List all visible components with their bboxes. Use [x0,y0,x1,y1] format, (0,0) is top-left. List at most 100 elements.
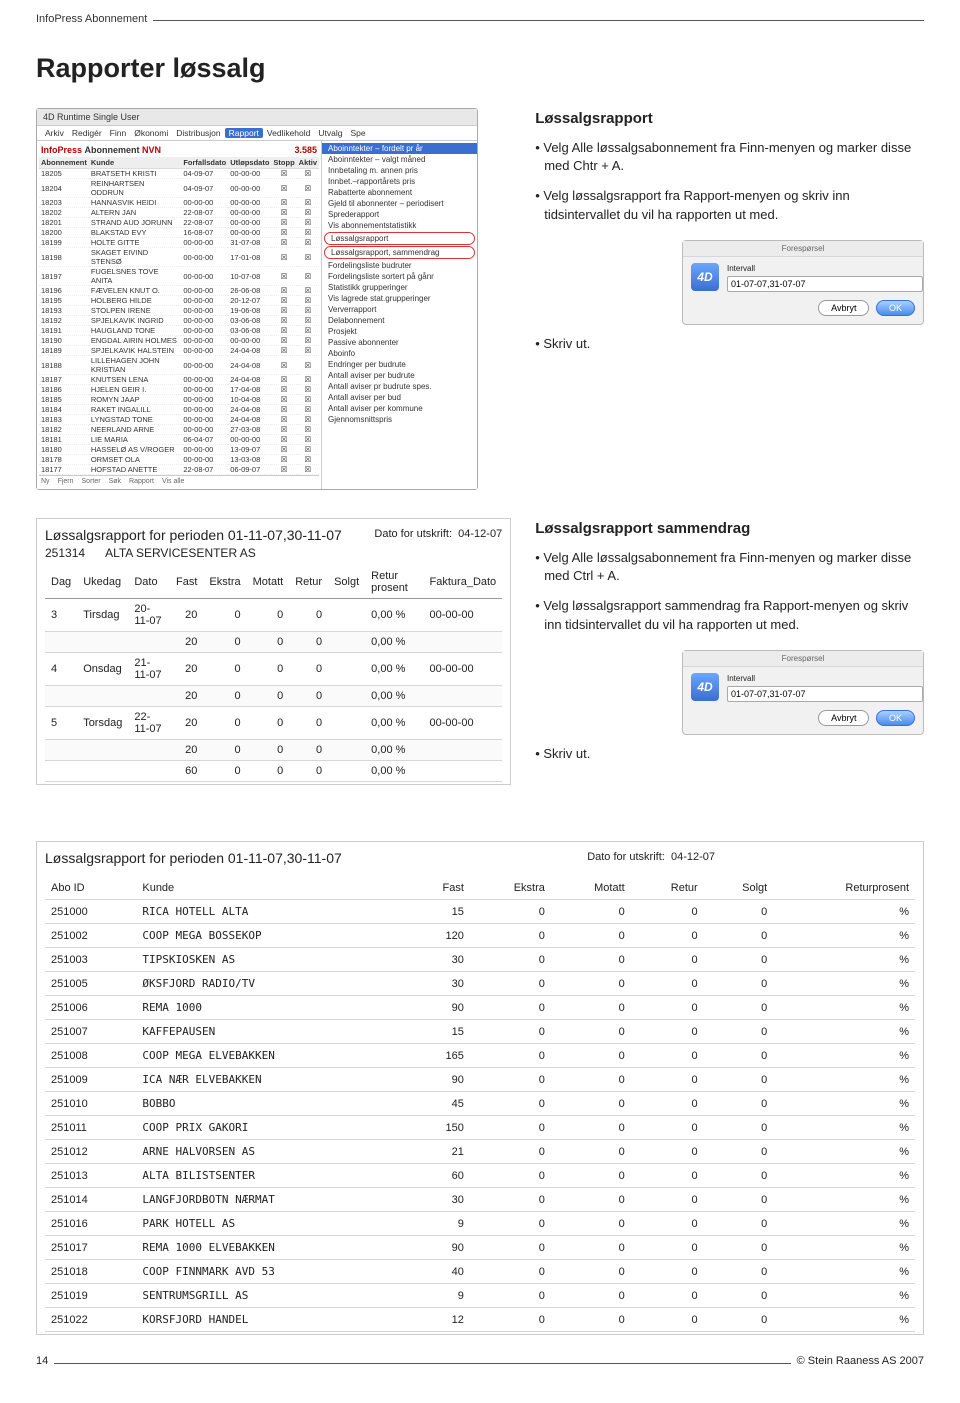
table-row: 251007KAFFEPAUSEN150000% [45,1020,915,1044]
bullet: Velg Alle løssalgsabonnement fra Finn-me… [535,139,924,175]
table-row[interactable]: 18204REINHARTSEN ODDRUN04-09-0700-00-00☒… [39,179,319,198]
menu-item[interactable]: Antall aviser per kommune [322,403,477,414]
menu-item[interactable]: Aboinfo [322,348,477,359]
menu-redigér[interactable]: Redigér [68,128,106,138]
table-row: 251010BOBBO450000% [45,1092,915,1116]
app-icon: 4D [691,673,719,701]
table-row[interactable]: 18197FUGELSNES TOVE ANITA00-00-0010-07-0… [39,267,319,286]
toolbar-sorter[interactable]: Sorter [82,478,101,485]
header-label: InfoPress Abonnement [36,13,153,25]
app-titlebar: 4D Runtime Single User [37,109,477,126]
table-row[interactable]: 18202ALTERN JAN22-08-0700-00-00☒☒ [39,208,319,218]
menu-item[interactable]: Aboinntekter – fordelt pr år [322,143,477,154]
menu-item[interactable]: Innbet.–rapportårets pris [322,176,477,187]
menu-item[interactable]: Gjennomsnittspris [322,414,477,425]
abonnement-table[interactable]: AbonnementKundeForfallsdatoUtløpsdatoSto… [39,157,319,475]
table-row[interactable]: 18184RAKET INGALILL00-00-0024-04-08☒☒ [39,405,319,415]
menu-item[interactable]: Fordelingsliste sortert på gånr [322,271,477,282]
table-row[interactable]: 18185ROMYN JAAP00-00-0010-04-08☒☒ [39,395,319,405]
table-row[interactable]: 18188LILLEHAGEN JOHN KRISTIAN00-00-0024-… [39,356,319,375]
copyright: © Stein Raaness AS 2007 [791,1355,924,1367]
table-row[interactable]: 18178ORMSET OLA00-00-0013-03-08☒☒ [39,455,319,465]
app-list-panel: InfoPress Abonnement NVN 3.585 Abonnemen… [37,141,322,489]
app-toolbar[interactable]: Ny Fjern Sorter Søk Rapport Vis alle [39,475,319,487]
table-row[interactable]: 18186HJELEN GEIR I.00-00-0017-04-08☒☒ [39,385,319,395]
table-row: 600000,00 % [45,761,502,782]
menu-item[interactable]: Gjeld til abonnenter – periodisert [322,198,477,209]
menu-utvalg[interactable]: Utvalg [314,128,346,138]
menu-item[interactable]: Antall aviser pr budrute spes. [322,381,477,392]
menu-item[interactable]: Vis abonnementstatistikk [322,220,477,231]
table-row: 251022KORSFJORD HANDEL120000% [45,1308,915,1332]
table-row[interactable]: 18199HOLTE GITTE00-00-0031-07-08☒☒ [39,238,319,248]
report2-table: Abo IDKundeFastEkstraMotattReturSolgtRet… [45,877,915,1332]
menu-rapport[interactable]: Rapport [225,128,263,138]
table-row: 251017REMA 1000 ELVEBAKKEN900000% [45,1236,915,1260]
menu-item[interactable]: Innbetaling m. annen pris [322,165,477,176]
menu-item[interactable]: Delabonnement [322,315,477,326]
table-row[interactable]: 18177HOFSTAD ANETTE22-08-0706-09-07☒☒ [39,465,319,475]
menu-item[interactable]: Fordelingsliste budruter [322,260,477,271]
menu-spe[interactable]: Spe [346,128,369,138]
interval-input[interactable] [727,276,923,292]
menu-finn[interactable]: Finn [106,128,131,138]
ok-button[interactable]: OK [876,300,915,316]
table-row[interactable]: 18191HAUGLAND TONE00-00-0003-06-08☒☒ [39,326,319,336]
menu-item[interactable]: Endringer per budrute [322,359,477,370]
table-row: 251009ICA NÆR ELVEBAKKEN900000% [45,1068,915,1092]
table-row[interactable]: 18205BRATSETH KRISTI04-09-0700-00-00☒☒ [39,169,319,179]
table-row[interactable]: 18196FÆVELEN KNUT O.00-00-0026-06-08☒☒ [39,286,319,296]
menu-item[interactable]: Aboinntekter – valgt måned [322,154,477,165]
ok-button[interactable]: OK [876,710,915,726]
app-menubar[interactable]: ArkivRedigérFinnØkonomiDistribusjonRappo… [37,126,477,141]
table-row[interactable]: 18190ENGDAL AIRIN HOLMES00-00-0000-00-00… [39,336,319,346]
menu-item[interactable]: Løssalgsrapport, sammendrag [324,246,475,259]
table-row[interactable]: 18195HOLBERG HILDE00-00-0020-12-07☒☒ [39,296,319,306]
table-row[interactable]: 18200BLAKSTAD EVY16-08-0700-00-00☒☒ [39,228,319,238]
menu-item[interactable]: Løssalgsrapport [324,232,475,245]
cancel-button[interactable]: Avbryt [818,300,869,316]
table-row[interactable]: 18180HASSELØ AS V/ROGER00-00-0013-09-07☒… [39,445,319,455]
table-row: 200000,00 % [45,686,502,707]
menu-item[interactable]: Prosjekt [322,326,477,337]
page-title: Rapporter løssalg [36,53,924,84]
menu-item[interactable]: Ververrapport [322,304,477,315]
table-row[interactable]: 18189SPJELKAVIK HALSTEIN00-00-0024-04-08… [39,346,319,356]
menu-item[interactable]: Vis lagrede stat.grupperinger [322,293,477,304]
menu-item[interactable]: Antall aviser per budrute [322,370,477,381]
menu-økonomi[interactable]: Økonomi [130,128,172,138]
table-row[interactable]: 18198SKAGET EIVIND STENSØ00-00-0017-01-0… [39,248,319,267]
toolbar-ny[interactable]: Ny [41,478,50,485]
menu-item[interactable]: Statistikk grupperinger [322,282,477,293]
table-row: 5Torsdag22-11-07200000,00 %00-00-00 [45,707,502,740]
bullet: Velg løssalgsrapport fra Rapport-menyen … [535,187,924,223]
menu-item[interactable]: Sprederapport [322,209,477,220]
table-row: 4Onsdag21-11-07200000,00 %00-00-00 [45,653,502,686]
menu-arkiv[interactable]: Arkiv [41,128,68,138]
toolbar-søk[interactable]: Søk [109,478,121,485]
table-row[interactable]: 18183LYNGSTAD TONE00-00-0024-04-08☒☒ [39,415,319,425]
bullet: Skriv ut. [535,745,924,763]
table-row[interactable]: 18187KNUTSEN LENA00-00-0024-04-08☒☒ [39,375,319,385]
menu-item[interactable]: Rabatterte abonnement [322,187,477,198]
table-row[interactable]: 18182NEERLAND ARNE00-00-0027-03-08☒☒ [39,425,319,435]
toolbar-fjern[interactable]: Fjern [58,478,74,485]
table-row: 251011COOP PRIX GAKORI1500000% [45,1116,915,1140]
rapport-menu[interactable]: Aboinntekter – fordelt pr årAboinntekter… [322,141,477,489]
menu-item[interactable]: Passive abonnenter [322,337,477,348]
table-row[interactable]: 18181LIE MARIA06-04-0700-00-00☒☒ [39,435,319,445]
table-row: 251016PARK HOTELL AS90000% [45,1212,915,1236]
toolbar-vis alle[interactable]: Vis alle [162,478,184,485]
table-row[interactable]: 18193STOLPEN IRENE00-00-0019-06-08☒☒ [39,306,319,316]
menu-item[interactable]: Antall aviser per bud [322,392,477,403]
table-row: 251013ALTA BILISTSENTER600000% [45,1164,915,1188]
app-window: 4D Runtime Single User ArkivRedigérFinnØ… [36,108,478,490]
menu-vedlikehold[interactable]: Vedlikehold [263,128,314,138]
cancel-button[interactable]: Avbryt [818,710,869,726]
table-row[interactable]: 18192SPJELKAVIK INGRID00-00-0003-06-08☒☒ [39,316,319,326]
toolbar-rapport[interactable]: Rapport [129,478,154,485]
table-row[interactable]: 18203HANNASVIK HEIDI00-00-0000-00-00☒☒ [39,198,319,208]
interval-input[interactable] [727,686,923,702]
menu-distribusjon[interactable]: Distribusjon [172,128,224,138]
table-row[interactable]: 18201STRAND AUD JORUNN22-08-0700-00-00☒☒ [39,218,319,228]
